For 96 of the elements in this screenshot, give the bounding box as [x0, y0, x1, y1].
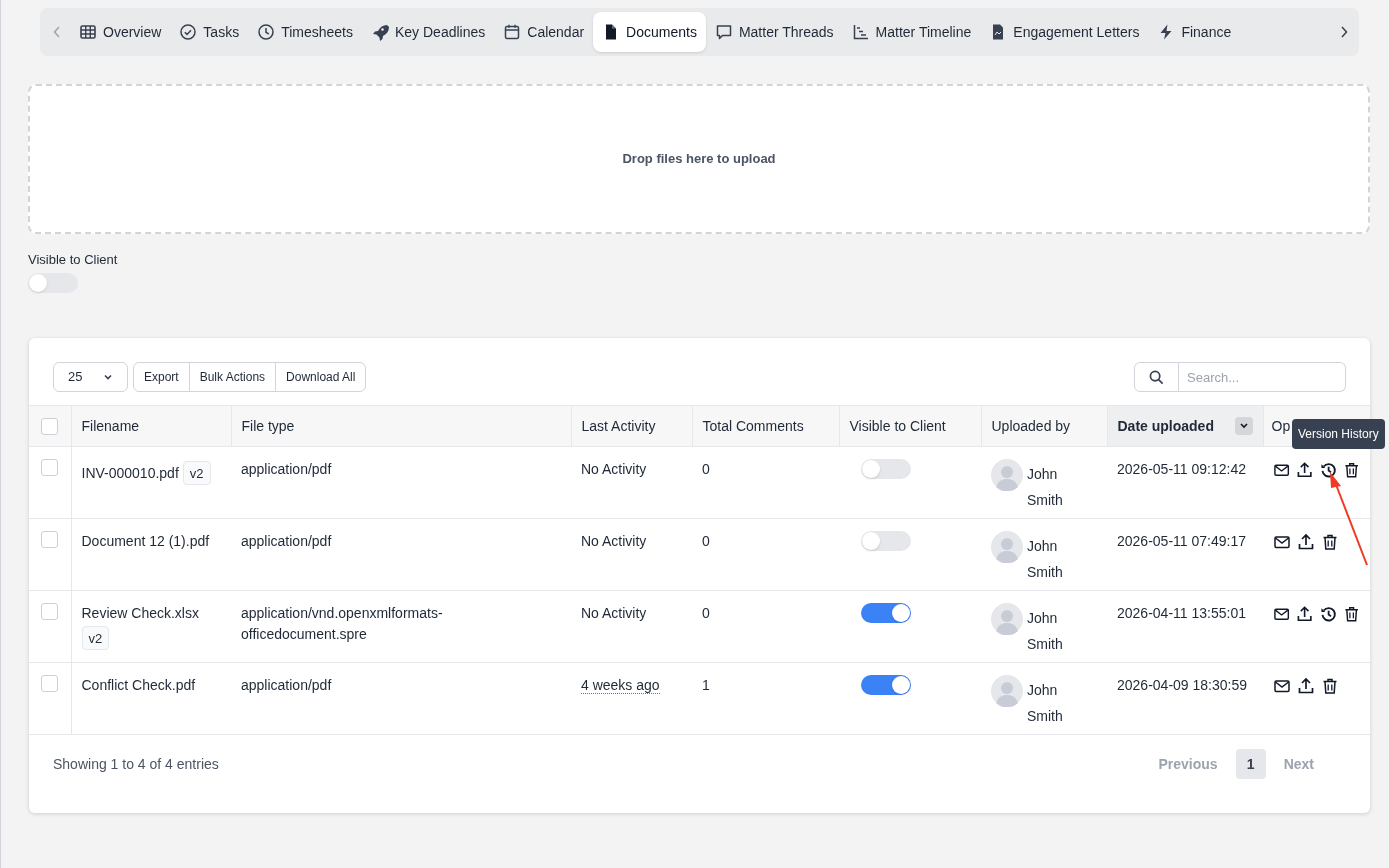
table-cell: 0: [702, 461, 710, 477]
table-cell: application/pdf: [241, 461, 332, 477]
table-cell: No Activity: [581, 461, 647, 477]
toolbar-button[interactable]: Bulk Actions: [188, 363, 276, 391]
dropzone-text: Drop files here to upload: [622, 150, 776, 169]
tab[interactable]: Calendar: [494, 12, 594, 52]
filename[interactable]: Conflict Check.pdf: [81, 677, 196, 693]
chevron-down-icon: [103, 372, 113, 382]
row-checkbox[interactable]: [41, 531, 59, 548]
trash-icon[interactable]: [1342, 461, 1360, 479]
table-cell: 0: [702, 533, 710, 549]
email-icon[interactable]: [1273, 533, 1291, 551]
avatar-icon: [991, 603, 1023, 635]
email-icon[interactable]: [1273, 677, 1291, 695]
page-button[interactable]: 1: [1235, 749, 1266, 779]
toggle-switch[interactable]: [861, 531, 911, 551]
table-cell: 2026-05-11 07:49:17: [1117, 533, 1246, 549]
trash-icon[interactable]: [1321, 677, 1339, 695]
tab[interactable]: Matter Timeline: [842, 12, 981, 52]
avatar-icon: [991, 675, 1023, 707]
column-header[interactable]: File type: [241, 417, 295, 434]
toggle-label: Visible to Client: [28, 251, 118, 269]
table-cell: application/vnd.openxmlformats-officedocument.spre: [241, 605, 443, 642]
avatar-icon: [991, 459, 1023, 491]
toggle-switch[interactable]: [861, 603, 911, 623]
tab[interactable]: Timesheets: [248, 12, 362, 52]
history-icon[interactable]: [1319, 461, 1337, 479]
table-cell: application/pdf: [241, 677, 332, 693]
toggle-switch[interactable]: [28, 272, 78, 293]
uploader-name: John Smith: [1027, 681, 1064, 726]
toolbar-button[interactable]: Download All: [275, 363, 366, 391]
row-checkbox[interactable]: [41, 675, 59, 692]
search-icon: [1149, 369, 1164, 385]
table-cell: 4 weeks ago: [581, 677, 660, 694]
page-size-value: 25: [68, 368, 83, 387]
trash-icon[interactable]: [1321, 533, 1339, 551]
tab[interactable]: Key Deadlines: [362, 12, 495, 52]
upload-icon[interactable]: [1296, 605, 1314, 623]
table-cell: 2026-05-11 09:12:42: [1117, 461, 1246, 477]
filename[interactable]: Review Check.xlsx: [81, 605, 199, 621]
tab[interactable]: Matter Threads: [705, 12, 843, 52]
table-cell: No Activity: [581, 533, 647, 549]
column-header[interactable]: Uploaded by: [991, 417, 1071, 434]
table-cell: 2026-04-11 13:55:01: [1117, 605, 1246, 621]
grid-icon: [79, 23, 97, 41]
tab[interactable]: Tasks: [170, 12, 249, 52]
column-header[interactable]: Filename: [81, 417, 140, 434]
upload-icon[interactable]: [1297, 677, 1315, 695]
column-header[interactable]: Op: [1271, 417, 1291, 434]
upload-icon[interactable]: [1296, 461, 1314, 479]
column-header[interactable]: Last Activity: [581, 417, 656, 434]
filename[interactable]: INV-000010.pdf: [81, 465, 179, 481]
table-cell: 1: [702, 677, 710, 693]
version-badge: v2: [81, 626, 110, 650]
select-all-checkbox[interactable]: [41, 418, 59, 436]
toggle-switch[interactable]: [861, 459, 911, 479]
table-cell: No Activity: [581, 605, 647, 621]
table-cell: 2026-04-09 18:30:59: [1117, 677, 1247, 693]
sort-toggle[interactable]: [1234, 417, 1253, 435]
tab[interactable]: Overview: [70, 12, 171, 52]
row-checkbox[interactable]: [41, 603, 59, 620]
tab[interactable]: Finance: [1148, 12, 1241, 52]
tooltip: Version History: [1292, 419, 1385, 449]
avatar-icon: [991, 531, 1023, 563]
chevron-right-icon[interactable]: [1339, 25, 1349, 39]
row-checkbox[interactable]: [41, 459, 59, 476]
calendar-icon: [503, 23, 522, 41]
toolbar-button[interactable]: Export: [134, 363, 189, 391]
history-icon[interactable]: [1319, 605, 1337, 623]
email-icon[interactable]: [1273, 605, 1291, 623]
column-header[interactable]: Total Comments: [702, 417, 804, 434]
entries-info: Showing 1 to 4 of 4 entries: [53, 754, 219, 774]
search-field[interactable]: Search...: [1179, 362, 1346, 392]
upload-icon[interactable]: [1297, 533, 1315, 551]
check-circle-icon: [179, 23, 198, 41]
tab[interactable]: Documents: [593, 12, 706, 52]
toggle-switch[interactable]: [861, 675, 911, 695]
chevron-down-icon: [1238, 422, 1249, 430]
uploader-name: John Smith: [1027, 609, 1064, 654]
rocket-icon: [371, 23, 389, 41]
table-cell: application/pdf: [241, 533, 332, 549]
uploader-name: John Smith: [1027, 537, 1064, 582]
trash-icon[interactable]: [1342, 605, 1360, 623]
tab[interactable]: Engagement Letters: [980, 12, 1149, 52]
filename[interactable]: Document 12 (1).pdf: [81, 533, 210, 549]
search-button[interactable]: [1134, 362, 1179, 392]
email-icon[interactable]: [1273, 461, 1291, 479]
chat-bubble-icon: [714, 23, 733, 41]
upload-dropzone[interactable]: Drop files here to upload: [28, 84, 1370, 234]
clock-icon: [257, 23, 276, 41]
timeline-icon: [851, 23, 870, 41]
column-header[interactable]: Visible to Client: [849, 417, 946, 434]
page-size-select[interactable]: 25: [53, 362, 128, 392]
uploader-name: John Smith: [1027, 465, 1064, 510]
version-badge: v2: [182, 461, 211, 485]
table-cell: 0: [702, 605, 710, 621]
